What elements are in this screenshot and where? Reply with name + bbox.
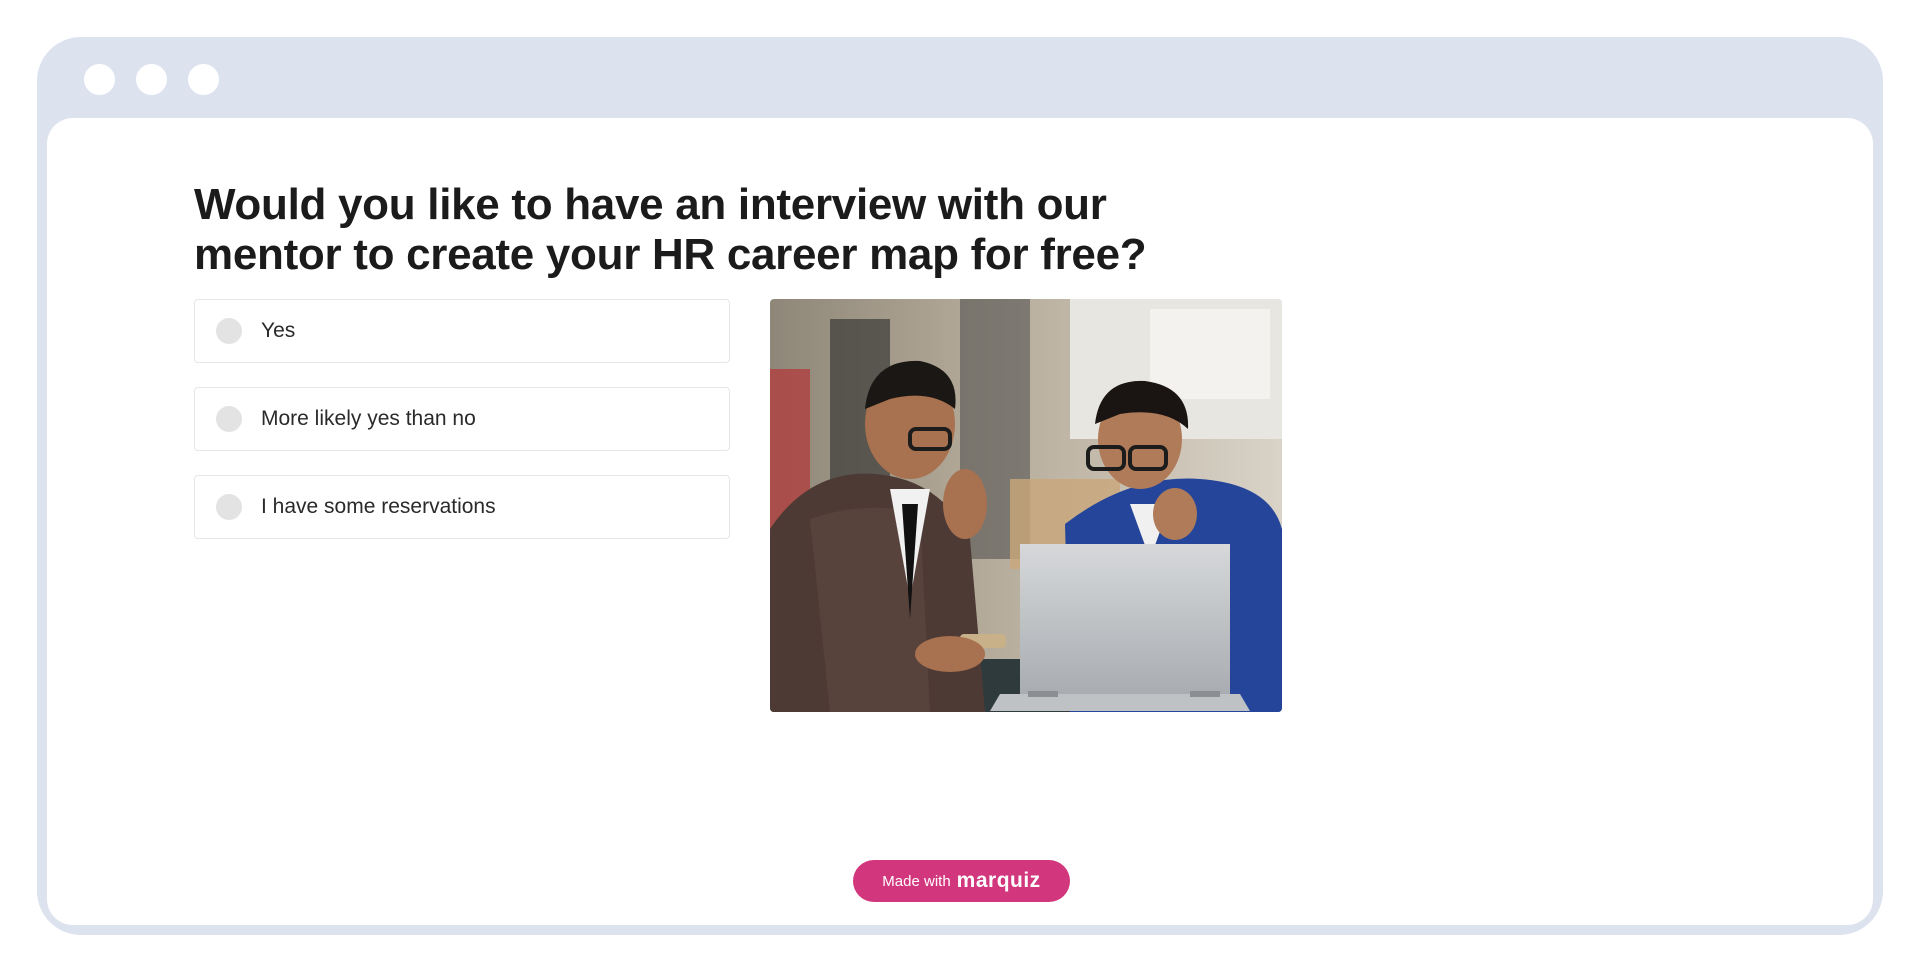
answer-option-yes[interactable]: Yes bbox=[194, 299, 730, 363]
window-controls bbox=[84, 64, 219, 95]
question-title: Would you like to have an interview with… bbox=[194, 180, 1147, 279]
radio-icon[interactable] bbox=[216, 494, 242, 520]
marquiz-logo: marquiz bbox=[956, 869, 1041, 892]
answer-label: Yes bbox=[261, 319, 296, 342]
window-dot-icon[interactable] bbox=[188, 64, 219, 95]
answer-list: Yes More likely yes than no I have some … bbox=[194, 299, 730, 563]
answer-label: More likely yes than no bbox=[261, 407, 476, 430]
made-with-marquiz-badge[interactable]: Made with marquiz bbox=[853, 860, 1070, 902]
question-photo bbox=[770, 299, 1282, 712]
made-with-text: Made with bbox=[882, 872, 951, 890]
mentors-photo-illustration bbox=[770, 299, 1282, 712]
answer-label: I have some reservations bbox=[261, 495, 496, 518]
quiz-page: Would you like to have an interview with… bbox=[47, 118, 1873, 925]
answer-option-reservations[interactable]: I have some reservations bbox=[194, 475, 730, 539]
window-dot-icon[interactable] bbox=[136, 64, 167, 95]
answer-option-more-likely-yes[interactable]: More likely yes than no bbox=[194, 387, 730, 451]
radio-icon[interactable] bbox=[216, 406, 242, 432]
window-dot-icon[interactable] bbox=[84, 64, 115, 95]
browser-window-frame: Would you like to have an interview with… bbox=[37, 37, 1883, 935]
radio-icon[interactable] bbox=[216, 318, 242, 344]
